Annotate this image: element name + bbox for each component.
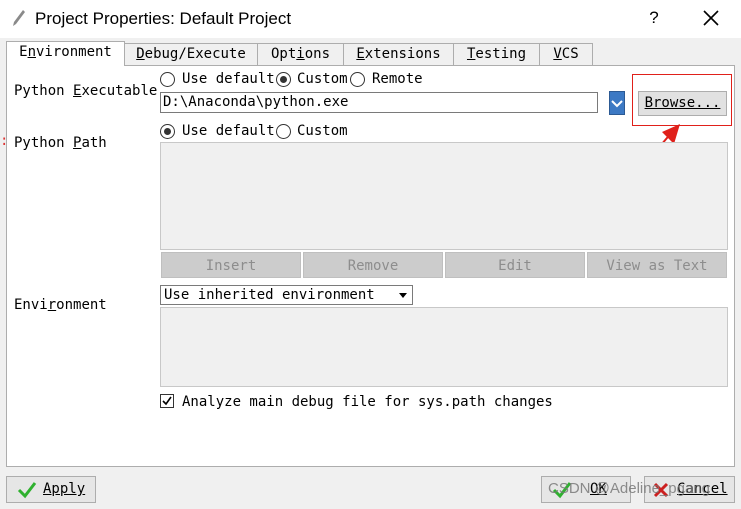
tab-testing[interactable]: Testing <box>453 43 540 65</box>
executable-use-default-label: Use default <box>182 71 275 87</box>
analyze-checkbox-label: Analyze main debug file for sys.path cha… <box>182 394 553 410</box>
path-custom-radio[interactable] <box>276 124 291 139</box>
window-title: Project Properties: Default Project <box>35 9 292 28</box>
executable-remote-radio[interactable] <box>350 72 365 87</box>
path-custom-label: Custom <box>297 123 348 139</box>
python-path-label: Python Path <box>14 135 107 151</box>
close-icon[interactable] <box>700 7 722 29</box>
insert-button[interactable]: Insert <box>161 252 301 278</box>
environment-variables-area[interactable] <box>160 307 728 387</box>
environment-select[interactable]: Use inherited environment <box>160 285 413 305</box>
watermark: CSDN @Adeline_pgang <box>548 480 710 497</box>
chevron-down-icon <box>399 293 407 298</box>
environment-select-value: Use inherited environment <box>164 287 375 303</box>
view-as-text-button[interactable]: View as Text <box>587 252 727 278</box>
apply-label: Apply <box>43 481 86 497</box>
pencil-icon <box>13 10 25 26</box>
side-marker: : <box>0 133 9 149</box>
python-path-list[interactable] <box>160 142 728 250</box>
edit-button[interactable]: Edit <box>445 252 585 278</box>
title-bar: Project Properties: Default Project ? <box>0 0 741 38</box>
python-executable-input[interactable]: D:\Anaconda\python.exe <box>160 92 598 113</box>
chevron-down-icon <box>611 100 623 108</box>
tab-environment[interactable]: Environment <box>6 41 125 66</box>
checkmark-icon <box>162 396 172 406</box>
tab-vcs[interactable]: VCS <box>539 43 593 65</box>
remove-button[interactable]: Remove <box>303 252 443 278</box>
executable-custom-label: Custom <box>297 71 348 87</box>
environment-label: Environment <box>14 297 107 313</box>
path-use-default-label: Use default <box>182 123 275 139</box>
executable-remote-label: Remote <box>372 71 423 87</box>
path-use-default-radio[interactable] <box>160 124 175 139</box>
analyze-checkbox[interactable] <box>160 394 174 408</box>
check-icon <box>17 482 37 499</box>
executable-custom-radio[interactable] <box>276 72 291 87</box>
tab-debug-execute[interactable]: Debug/Execute <box>124 43 258 65</box>
tab-extensions[interactable]: Extensions <box>343 43 454 65</box>
tab-options[interactable]: Options <box>257 43 344 65</box>
python-executable-label: Python Executable <box>14 83 158 99</box>
executable-history-dropdown[interactable] <box>609 91 625 115</box>
help-button[interactable]: ? <box>644 8 664 28</box>
apply-button[interactable]: Apply <box>6 476 96 503</box>
executable-use-default-radio[interactable] <box>160 72 175 87</box>
